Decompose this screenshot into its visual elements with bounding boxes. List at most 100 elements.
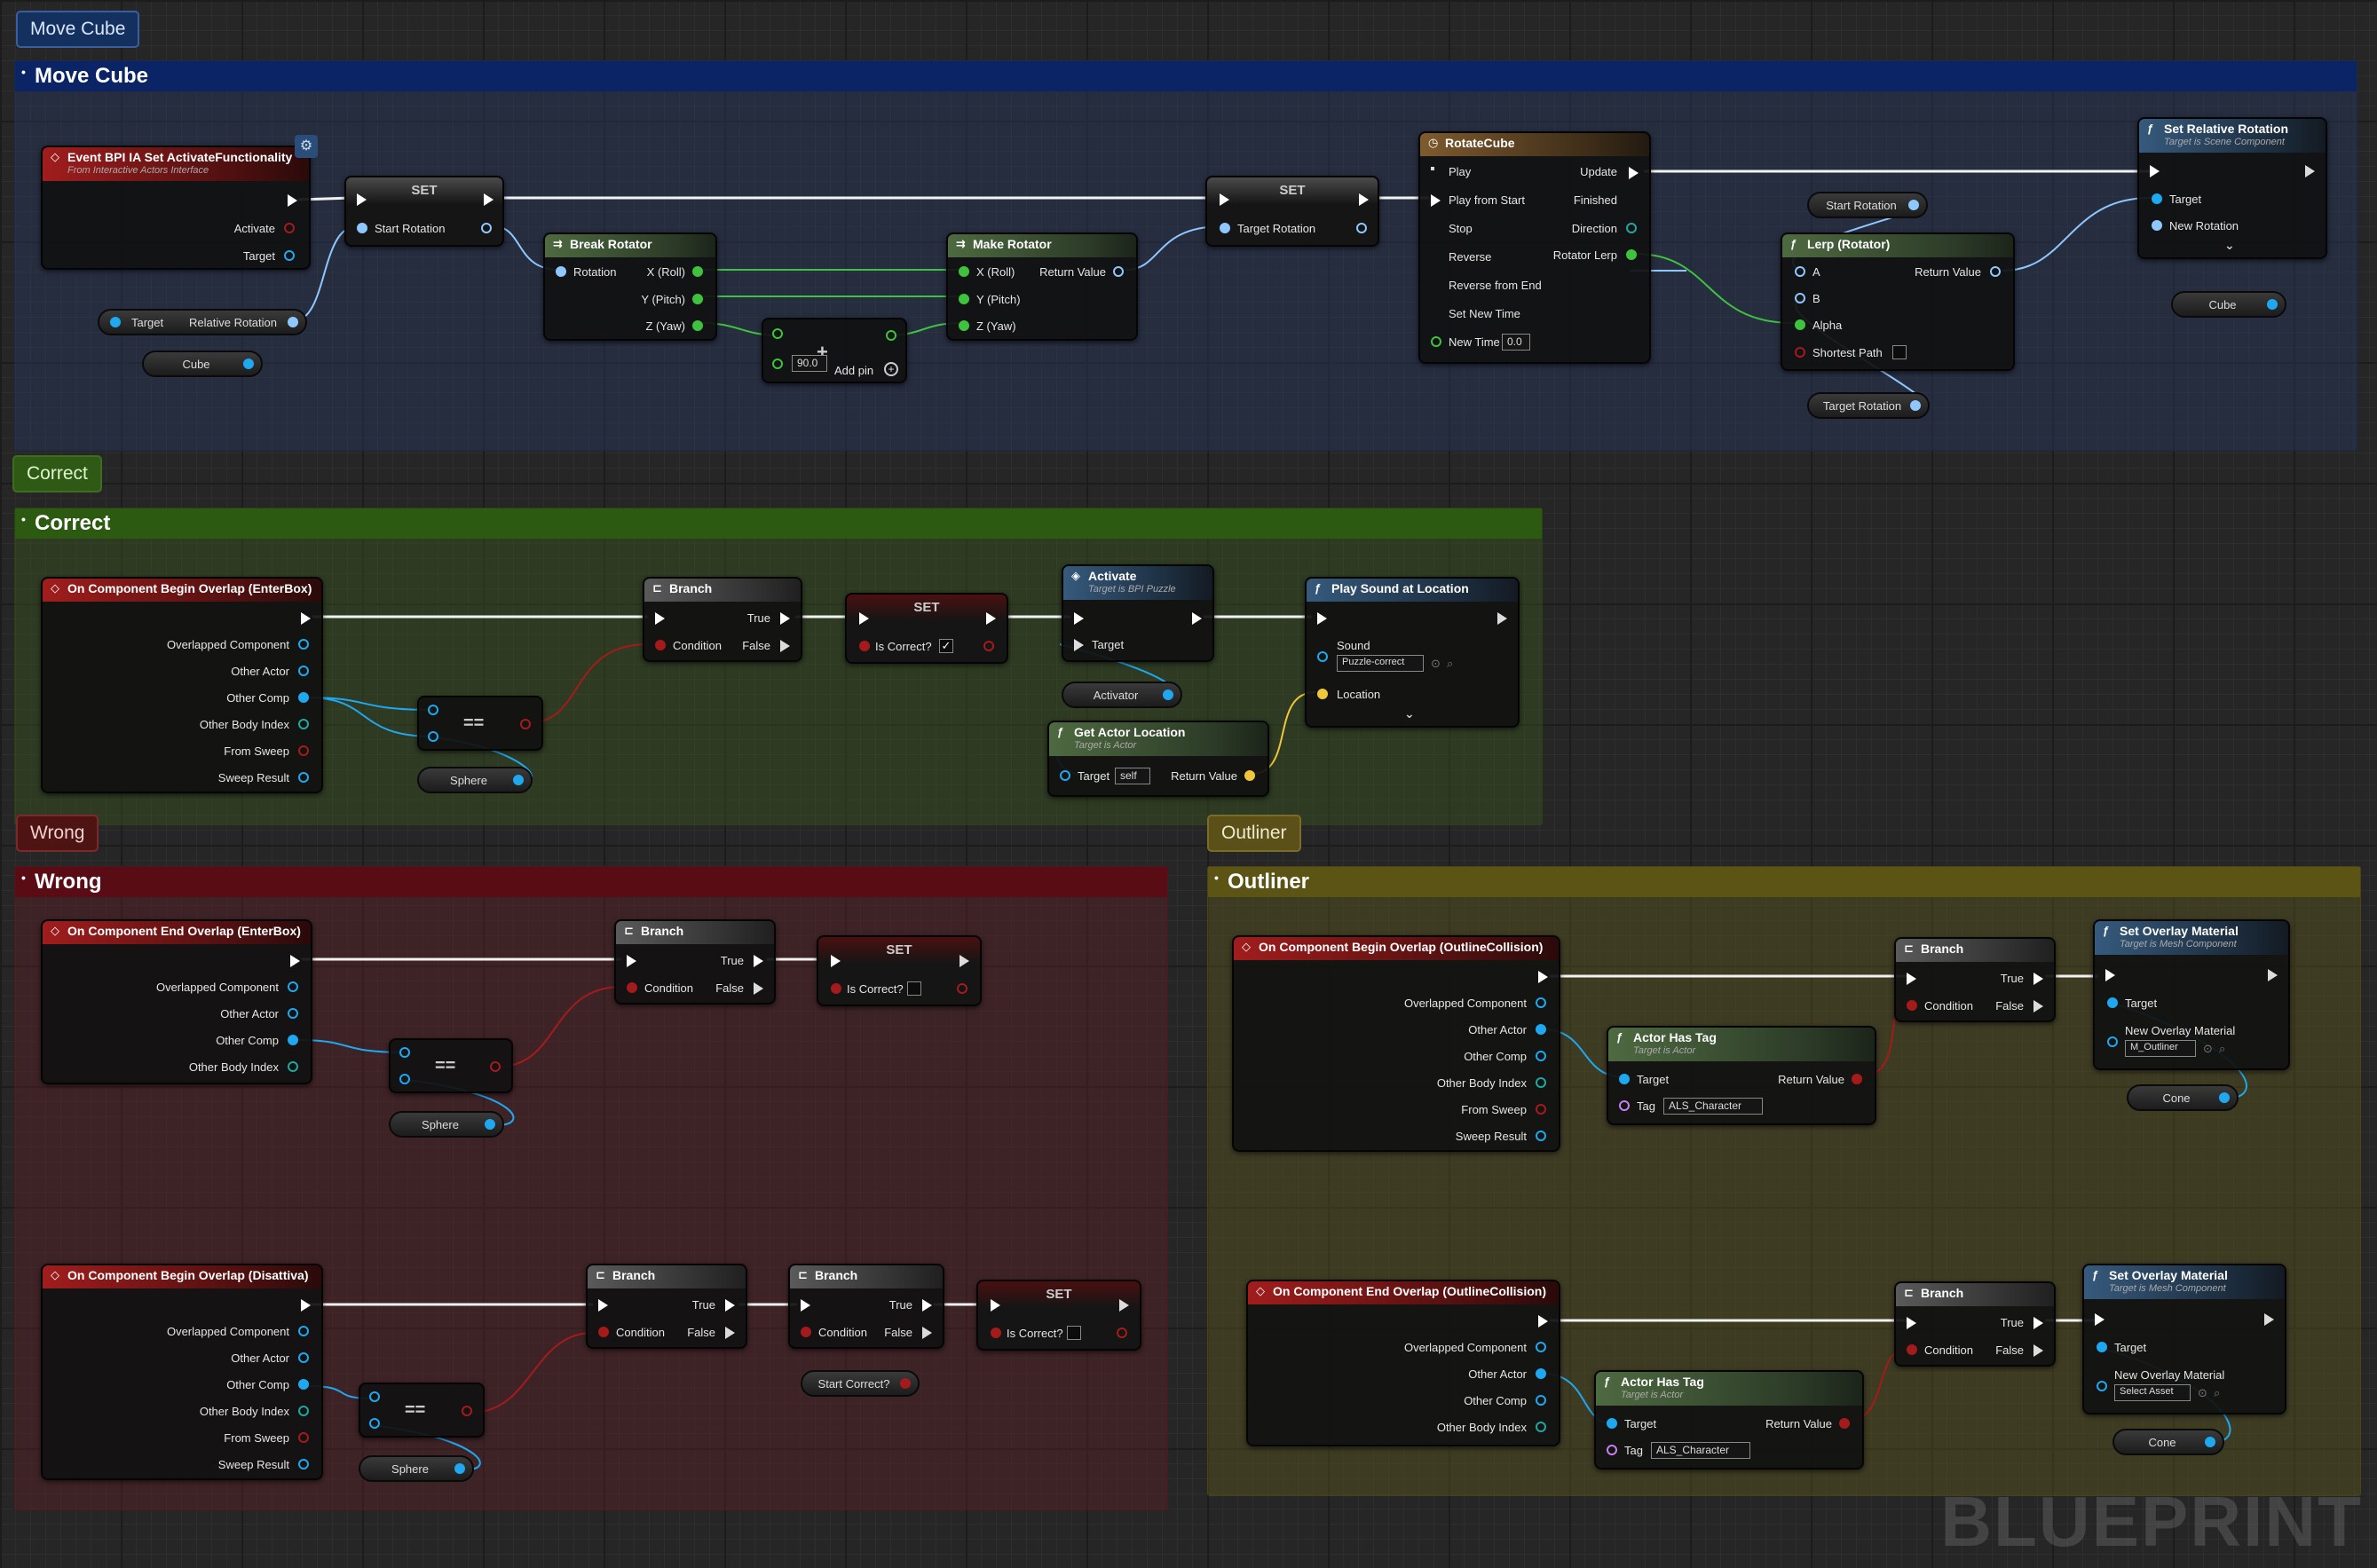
exec-in-pin[interactable] (2105, 969, 2115, 981)
sweep-result-pin[interactable] (298, 1459, 309, 1470)
target-pin[interactable] (2107, 997, 2118, 1008)
new-overlay-material-pin[interactable] (2107, 1036, 2118, 1047)
is-correct-output-pin[interactable] (1117, 1328, 1127, 1338)
from-sweep-pin[interactable] (298, 1432, 309, 1443)
branch-node-6[interactable]: ⊏ Branch Condition True False (1894, 1281, 2056, 1367)
overlapped-component-pin[interactable] (1536, 1342, 1546, 1352)
alpha-pin[interactable] (1795, 319, 1805, 330)
exec-in-pin[interactable] (801, 1299, 810, 1312)
other-comp-pin[interactable] (1536, 1051, 1546, 1061)
exec-out-pin[interactable] (1359, 193, 1369, 206)
exec-in-pin[interactable] (2095, 1313, 2105, 1326)
exec-in-pin[interactable] (859, 612, 869, 625)
exec-out-pin[interactable] (986, 612, 996, 625)
other-body-index-pin[interactable] (298, 719, 309, 729)
compare-output-pin[interactable] (490, 1061, 501, 1072)
target-rotation-input-pin[interactable] (1220, 223, 1230, 233)
compare-a-pin[interactable] (399, 1047, 410, 1058)
add-pin-icon[interactable]: + (884, 362, 898, 376)
cone-variable-node-2[interactable]: Cone (2112, 1429, 2224, 1455)
exec-out-pin[interactable] (1192, 612, 1202, 625)
sphere-output-pin[interactable] (485, 1119, 495, 1130)
comment-tab-outliner[interactable]: Outliner (1207, 815, 1301, 852)
material-asset-dropdown[interactable]: Select Asset (2114, 1384, 2191, 1401)
exec-in-pin[interactable] (1317, 612, 1327, 625)
compare-b-pin[interactable] (428, 731, 438, 742)
exec-out-pin[interactable] (1497, 612, 1507, 625)
tag-field[interactable]: ALS_Character (1651, 1442, 1750, 1459)
return-value-pin[interactable] (1839, 1418, 1850, 1429)
other-comp-pin[interactable] (298, 1379, 309, 1390)
branch-node-2[interactable]: ⊏ Branch Condition True False (614, 919, 776, 1005)
condition-pin[interactable] (1907, 1000, 1917, 1011)
get-target-relative-rotation-node[interactable]: Target Relative Rotation (98, 309, 307, 335)
is-correct-output-pin[interactable] (983, 641, 994, 651)
exec-in-pin[interactable] (655, 612, 665, 625)
play-from-start-exec-pin[interactable] (1431, 194, 1441, 207)
overlapped-component-pin[interactable] (1536, 997, 1546, 1008)
start-rotation-input-pin[interactable] (357, 223, 367, 233)
on-component-end-overlap-outlinecollision-node[interactable]: ◇ On Component End Overlap (OutlineCollis… (1246, 1280, 1560, 1446)
false-exec-pin[interactable] (754, 982, 763, 995)
false-exec-pin[interactable] (780, 640, 790, 652)
target-pin[interactable] (1619, 1074, 1630, 1084)
exec-out-pin[interactable] (290, 955, 300, 967)
sphere-output-pin[interactable] (454, 1463, 465, 1474)
actor-has-tag-node-2[interactable]: ƒ Actor Has Tag Target is Actor Target Tag… (1594, 1370, 1864, 1470)
set-is-correct-node-2[interactable]: SET Is Correct? (817, 935, 982, 1006)
overlapped-component-pin[interactable] (298, 1326, 309, 1336)
set-is-correct-node[interactable]: SET Is Correct? ✓ (845, 593, 1008, 664)
search-icon[interactable]: ⌕ (2219, 1042, 2225, 1056)
cube-variable-node[interactable]: Cube (142, 351, 263, 377)
set-start-rotation-node[interactable]: SET Start Rotation (344, 176, 504, 247)
sweep-result-pin[interactable] (298, 772, 309, 783)
true-exec-pin[interactable] (754, 955, 763, 967)
exec-in-pin[interactable] (1074, 612, 1084, 625)
expand-chevron-icon[interactable]: ⌄ (2224, 238, 2235, 253)
x-roll-output-pin[interactable] (692, 266, 703, 277)
add-value-field[interactable]: 90.0 (792, 355, 827, 372)
start-rotation-output-pin[interactable] (481, 223, 492, 233)
target-pin[interactable] (1607, 1418, 1617, 1429)
target-object-pin[interactable] (284, 250, 295, 261)
compare-a-pin[interactable] (428, 705, 438, 715)
compare-output-pin[interactable] (462, 1406, 472, 1416)
location-pin[interactable] (1317, 689, 1328, 699)
set-overlay-material-node[interactable]: ƒ Set Overlay Material Target is Mesh Comp… (2093, 919, 2290, 1070)
exec-out-pin[interactable] (2264, 1313, 2274, 1326)
direction-pin[interactable] (1626, 223, 1637, 233)
relative-rotation-pin[interactable] (288, 317, 298, 327)
cone-variable-node[interactable]: Cone (2127, 1084, 2239, 1111)
b-pin[interactable] (1795, 293, 1805, 303)
break-rotator-node[interactable]: ⇉ Break Rotator Rotation X (Roll) Y (Pitc… (543, 232, 717, 341)
exec-in-pin[interactable] (831, 955, 841, 967)
exec-in-pin[interactable] (357, 193, 367, 206)
branch-node[interactable]: ⊏ Branch Condition True False (643, 577, 802, 662)
exec-in-pin[interactable] (991, 1299, 1000, 1312)
material-asset-dropdown[interactable]: M_Outliner (2125, 1040, 2196, 1057)
cube-output-pin[interactable] (243, 359, 254, 369)
activator-output-pin[interactable] (1163, 689, 1173, 700)
add-input-a-pin[interactable] (772, 328, 783, 339)
is-correct-checkbox[interactable]: ✓ (939, 639, 953, 653)
condition-pin[interactable] (598, 1327, 609, 1337)
condition-pin[interactable] (655, 640, 666, 650)
equal-compare-node-2[interactable]: == (389, 1038, 513, 1093)
update-exec-pin[interactable] (1629, 167, 1639, 179)
tag-field[interactable]: ALS_Character (1663, 1098, 1763, 1115)
make-rotator-node[interactable]: ⇉ Make Rotator X (Roll) Y (Pitch) Z (Yaw)… (946, 232, 1138, 341)
exec-in-pin[interactable] (2150, 165, 2160, 177)
compare-b-pin[interactable] (399, 1074, 410, 1084)
cone-output-pin[interactable] (2219, 1092, 2230, 1103)
rotation-input-pin[interactable] (556, 266, 566, 277)
other-comp-pin[interactable] (288, 1035, 298, 1045)
exec-out-pin[interactable] (484, 193, 494, 206)
exec-out-pin[interactable] (1538, 1315, 1548, 1328)
shortest-path-checkbox[interactable] (1892, 345, 1907, 359)
other-actor-pin[interactable] (298, 1352, 309, 1363)
is-correct-output-pin[interactable] (957, 983, 967, 994)
comment-tab-move-cube[interactable]: Move Cube (16, 11, 140, 48)
comment-tab-wrong[interactable]: Wrong (16, 815, 99, 852)
other-body-index-pin[interactable] (298, 1406, 309, 1416)
return-value-pin[interactable] (1113, 266, 1124, 277)
